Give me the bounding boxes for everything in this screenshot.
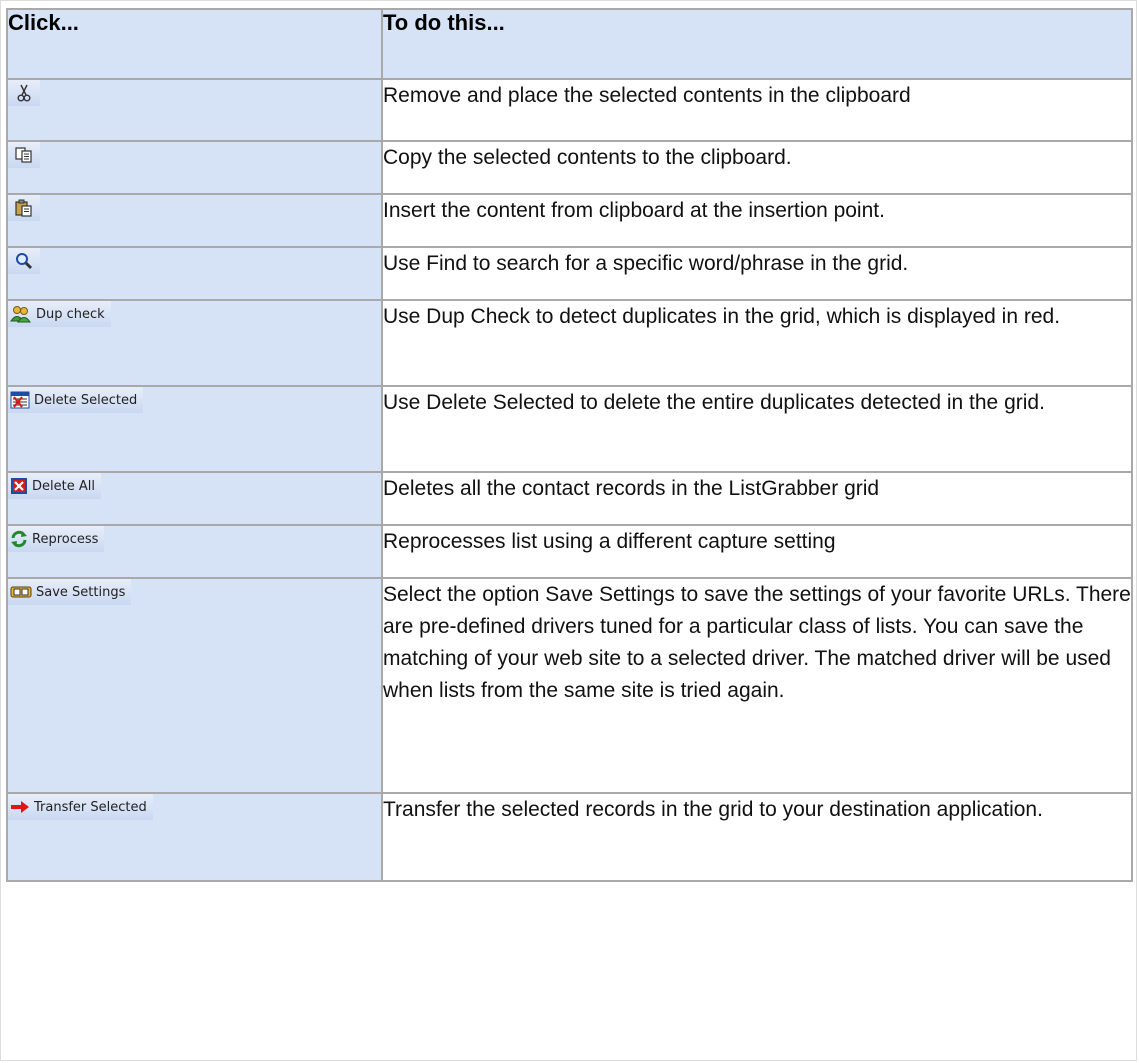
delete-selected-button[interactable]: Delete Selected: [8, 387, 144, 413]
table-row: Reprocess Reprocesses list using a diffe…: [6, 526, 1133, 579]
icon-cell: [6, 80, 383, 142]
icon-cell: Delete All: [6, 473, 383, 526]
icon-cell: Reprocess: [6, 526, 383, 579]
icon-cell: [6, 142, 383, 195]
icon-cell: [6, 195, 383, 248]
description: Remove and place the selected contents i…: [383, 80, 1133, 142]
icon-cell: Dup check: [6, 301, 383, 387]
paste-button[interactable]: [8, 195, 40, 221]
description: Insert the content from clipboard at the…: [383, 195, 1133, 248]
table-row: Remove and place the selected contents i…: [6, 80, 1133, 142]
delete-all-icon: [11, 478, 27, 494]
description: Select the option Save Settings to save …: [383, 579, 1133, 794]
find-button[interactable]: [8, 248, 40, 274]
cut-button[interactable]: [8, 80, 40, 106]
description: Reprocesses list using a different captu…: [383, 526, 1133, 579]
table-row: Use Find to search for a specific word/p…: [6, 248, 1133, 301]
save-settings-label: Save Settings: [36, 584, 126, 600]
description: Deletes all the contact records in the L…: [383, 473, 1133, 526]
paste-icon: [15, 199, 32, 217]
header-row: Click... To do this...: [6, 8, 1133, 80]
icon-cell: Delete Selected: [6, 387, 383, 473]
table-row: Insert the content from clipboard at the…: [6, 195, 1133, 248]
transfer-arrow-icon: [11, 801, 29, 813]
header-click: Click...: [6, 8, 383, 80]
transfer-selected-label: Transfer Selected: [34, 799, 147, 815]
table-row: Save Settings Select the option Save Set…: [6, 579, 1133, 794]
delete-selected-icon: [10, 391, 30, 409]
description: Transfer the selected records in the gri…: [383, 794, 1133, 882]
save-settings-icon: [10, 586, 32, 598]
reprocess-label: Reprocess: [32, 531, 99, 547]
table-row: Transfer Selected Transfer the selected …: [6, 794, 1133, 882]
icon-cell: Transfer Selected: [6, 794, 383, 882]
table-row: Copy the selected contents to the clipbo…: [6, 142, 1133, 195]
description: Copy the selected contents to the clipbo…: [383, 142, 1133, 195]
description: Use Delete Selected to delete the entire…: [383, 387, 1133, 473]
copy-button[interactable]: [8, 142, 40, 168]
delete-all-button[interactable]: Delete All: [8, 473, 101, 499]
description: Use Find to search for a specific word/p…: [383, 248, 1133, 301]
table-row: Dup check Use Dup Check to detect duplic…: [6, 301, 1133, 387]
delete-all-label: Delete All: [32, 478, 95, 494]
header-action: To do this...: [383, 8, 1133, 80]
table-row: Delete Selected Use Delete Selected to d…: [6, 387, 1133, 473]
dup-check-label: Dup check: [36, 306, 105, 322]
cut-icon: [17, 84, 31, 102]
dup-check-icon: [10, 306, 31, 323]
find-icon: [16, 253, 33, 270]
icon-cell: [6, 248, 383, 301]
reprocess-icon: [11, 530, 27, 548]
save-settings-button[interactable]: Save Settings: [8, 579, 132, 605]
help-table: Click... To do this... Remove and place …: [6, 8, 1133, 882]
icon-cell: Save Settings: [6, 579, 383, 794]
copy-icon: [15, 147, 32, 163]
reprocess-button[interactable]: Reprocess: [8, 526, 105, 552]
description: Use Dup Check to detect duplicates in th…: [383, 301, 1133, 387]
transfer-selected-button[interactable]: Transfer Selected: [8, 794, 153, 820]
delete-selected-label: Delete Selected: [34, 392, 138, 408]
dup-check-button[interactable]: Dup check: [8, 301, 111, 327]
table-row: Delete All Deletes all the contact recor…: [6, 473, 1133, 526]
